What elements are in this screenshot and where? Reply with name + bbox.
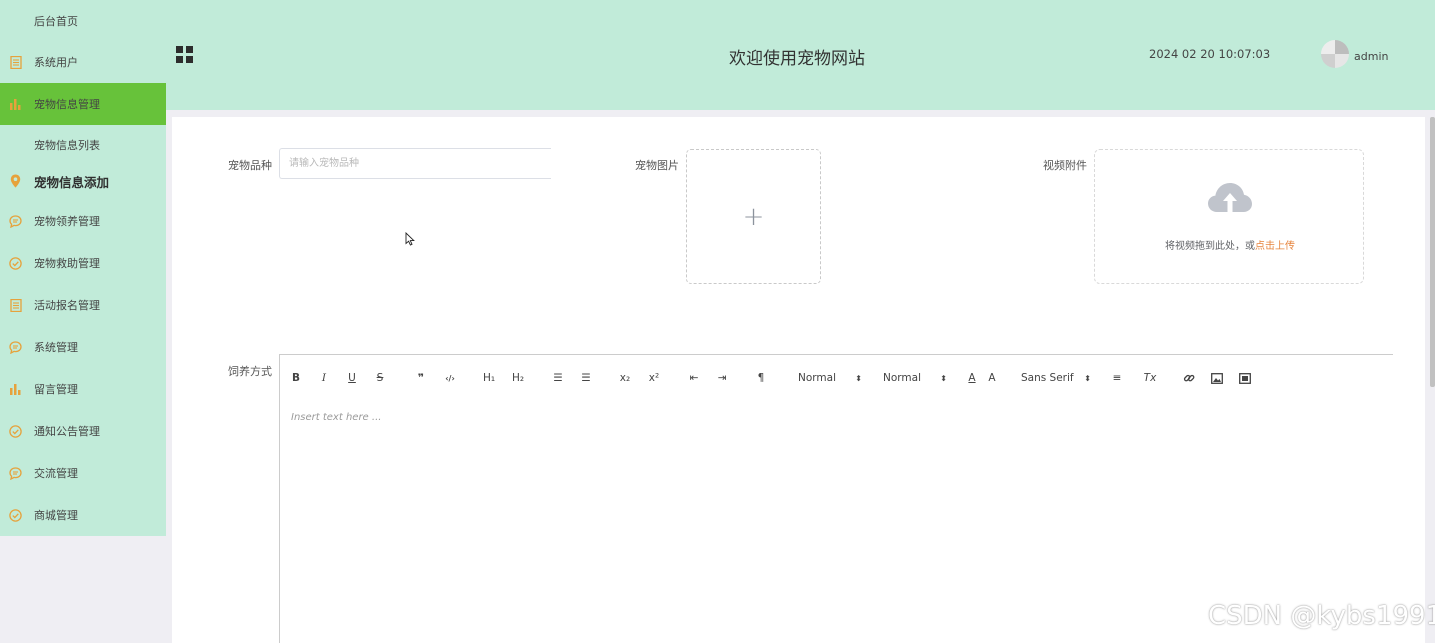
sidebar-item-label: 通知公告管理: [34, 425, 100, 438]
sidebar-item-label: 交流管理: [34, 467, 78, 480]
video-icon: [1239, 372, 1251, 384]
check-circle-icon: [9, 508, 22, 522]
sidebar-item-label: 活动报名管理: [34, 299, 100, 312]
link-icon: [1183, 374, 1195, 382]
location-pin-icon: [9, 174, 22, 188]
sidebar-item-label: 宠物信息列表: [34, 139, 100, 152]
sidebar-item-system-users[interactable]: 系统用户: [0, 41, 166, 83]
sidebar-item-label: 宠物领养管理: [34, 215, 100, 228]
feeding-label: 饲养方式: [228, 365, 272, 378]
size-select[interactable]: Normal ⬍: [798, 368, 862, 388]
check-circle-icon: [9, 424, 22, 438]
sidebar-item-message[interactable]: 留言管理: [0, 368, 166, 410]
blockquote-button[interactable]: ❞: [413, 368, 429, 388]
header-select-value: Normal: [883, 372, 921, 384]
cloud-upload-icon: [1208, 183, 1252, 212]
font-select[interactable]: Sans Serif ⬍: [1021, 368, 1091, 388]
chevron-updown-icon: ⬍: [855, 373, 862, 383]
font-select-value: Sans Serif: [1021, 372, 1074, 384]
font-color-button[interactable]: A: [966, 368, 978, 388]
sidebar-item-label: 系统用户: [34, 56, 78, 69]
rich-text-editor: B I U S ❞ ‹/› H₁ H₂ ☰ ☰ x₂ x² ⇤ ⇥ ¶ Norm…: [279, 354, 1393, 643]
bar-chart-icon: [9, 98, 22, 111]
page: 后台首页 系统用户 宠物信息管理 宠物信息列表 宠物信息添加 宠物领养管理 宠物…: [0, 0, 1435, 643]
header1-button[interactable]: H₁: [480, 368, 498, 388]
video-upload-dropzone[interactable]: 将视频拖到此处，或点击上传: [1094, 149, 1364, 284]
superscript-button[interactable]: x²: [646, 368, 662, 388]
breed-input[interactable]: [279, 148, 551, 179]
avatar[interactable]: [1321, 40, 1349, 68]
outdent-button[interactable]: ⇤: [686, 368, 702, 388]
mouse-cursor-icon: [405, 232, 415, 246]
sidebar-item-pet-adoption[interactable]: 宠物领养管理: [0, 200, 166, 242]
chat-bubble-icon: [9, 340, 22, 354]
username[interactable]: admin: [1354, 50, 1388, 63]
align-button[interactable]: ≡: [1110, 368, 1124, 388]
sidebar-item-label: 宠物信息管理: [34, 98, 100, 111]
sidebar-item-label: 系统管理: [34, 341, 78, 354]
sidebar-item-pet-info-add[interactable]: 宠物信息添加: [0, 160, 166, 202]
code-block-button[interactable]: ‹/›: [441, 368, 459, 388]
bar-chart-icon: [9, 383, 22, 396]
editor-toolbar: B I U S ❞ ‹/› H₁ H₂ ☰ ☰ x₂ x² ⇤ ⇥ ¶ Norm…: [280, 355, 1394, 403]
bullet-list-button[interactable]: ☰: [578, 368, 594, 388]
bold-button[interactable]: B: [288, 368, 304, 388]
chat-bubble-icon: [9, 214, 22, 228]
document-icon: [9, 298, 22, 312]
italic-button[interactable]: I: [316, 368, 332, 388]
underline-button[interactable]: U: [344, 368, 360, 388]
indent-button[interactable]: ⇥: [714, 368, 730, 388]
sidebar-item-label: 宠物救助管理: [34, 257, 100, 270]
menu-grid-icon[interactable]: [176, 46, 193, 63]
sidebar-item-pet-info-management[interactable]: 宠物信息管理: [0, 83, 166, 125]
link-button[interactable]: [1181, 368, 1197, 388]
plus-icon: +: [742, 201, 765, 232]
sidebar: 后台首页 系统用户 宠物信息管理 宠物信息列表 宠物信息添加 宠物领养管理 宠物…: [0, 0, 166, 536]
header-select[interactable]: Normal ⬍: [883, 368, 947, 388]
upload-hint: 将视频拖到此处，或点击上传: [1095, 237, 1365, 252]
watermark: CSDN @kybs1991: [1208, 601, 1435, 631]
chat-bubble-icon: [9, 466, 22, 480]
header2-button[interactable]: H₂: [509, 368, 527, 388]
strike-button[interactable]: S: [372, 368, 388, 388]
click-upload-link[interactable]: 点击上传: [1255, 241, 1295, 252]
datetime-display: 2024 02 20 10:07:03: [1149, 47, 1271, 61]
top-header: 欢迎使用宠物网站 2024 02 20 10:07:03 admin: [166, 0, 1435, 110]
sidebar-item-label: 商城管理: [34, 509, 78, 522]
size-select-value: Normal: [798, 372, 836, 384]
subscript-button[interactable]: x₂: [617, 368, 633, 388]
sidebar-item-home[interactable]: 后台首页: [0, 0, 166, 42]
upload-hint-text: 将视频拖到此处，或: [1165, 241, 1255, 252]
video-button[interactable]: [1237, 368, 1253, 388]
sidebar-item-system-management[interactable]: 系统管理: [0, 326, 166, 368]
ordered-list-button[interactable]: ☰: [550, 368, 566, 388]
sidebar-item-notice[interactable]: 通知公告管理: [0, 410, 166, 452]
breed-label: 宠物品种: [228, 159, 272, 172]
image-upload-box[interactable]: +: [686, 149, 821, 284]
sidebar-item-label: 后台首页: [34, 15, 78, 28]
video-label: 视频附件: [1043, 159, 1087, 172]
image-label: 宠物图片: [635, 159, 679, 172]
check-circle-icon: [9, 256, 22, 270]
sidebar-item-activity-signup[interactable]: 活动报名管理: [0, 284, 166, 326]
background-color-button[interactable]: A: [986, 368, 998, 388]
page-title: 欢迎使用宠物网站: [729, 49, 865, 69]
chevron-updown-icon: ⬍: [940, 373, 947, 383]
text-direction-button[interactable]: ¶: [754, 368, 768, 388]
image-button[interactable]: [1209, 368, 1225, 388]
document-icon: [9, 55, 22, 69]
sidebar-item-label: 留言管理: [34, 383, 78, 396]
sidebar-item-communication[interactable]: 交流管理: [0, 452, 166, 494]
chevron-updown-icon: ⬍: [1084, 373, 1091, 383]
sidebar-item-pet-rescue[interactable]: 宠物救助管理: [0, 242, 166, 284]
main-form-panel: 宠物品种 宠物图片 + 视频附件 将视频拖到此处，或点击上传 饲养方式 B I …: [172, 117, 1425, 643]
editor-content[interactable]: Insert text here ...: [291, 412, 381, 423]
sidebar-item-label: 宠物信息添加: [34, 174, 110, 190]
sidebar-item-shop[interactable]: 商城管理: [0, 494, 166, 536]
scrollbar[interactable]: [1430, 117, 1435, 387]
clean-format-button[interactable]: Tx: [1143, 368, 1157, 388]
image-icon: [1211, 372, 1223, 384]
